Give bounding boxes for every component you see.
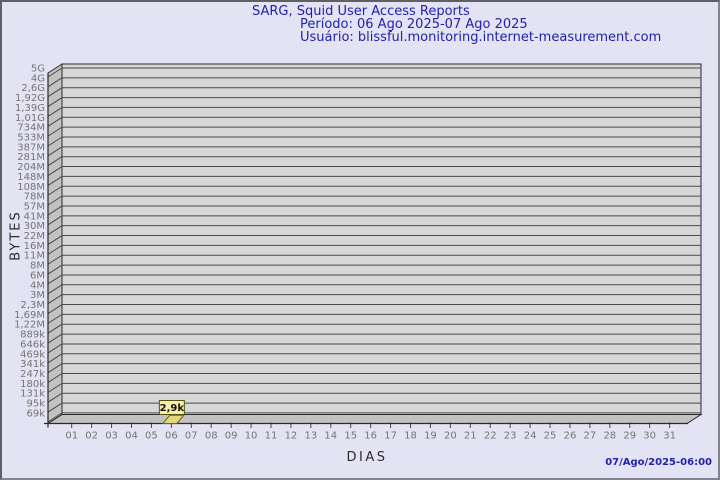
x-tick-label: 25 (544, 431, 557, 442)
x-tick-label: 02 (85, 431, 98, 442)
x-tick-label: 14 (324, 431, 337, 442)
x-tick-label: 20 (444, 431, 457, 442)
x-tick-label: 23 (504, 431, 517, 442)
x-tick-label: 09 (225, 431, 238, 442)
x-tick-label: 10 (245, 431, 258, 442)
x-tick-label: 24 (524, 431, 537, 442)
y-axis-title: BYTES (8, 210, 24, 261)
bar-chart-canvas: 5G4G2,6G1,92G1,39G1,01G734M533M387M281M2… (14, 63, 703, 442)
x-axis-title: DIAS (346, 450, 388, 465)
sarg-report-image: SARG, Squid User Access Reports Período:… (0, 0, 720, 480)
chart-plot-area (61, 63, 702, 415)
report-timestamp: 07/Ago/2025-06:00 (605, 457, 712, 468)
x-tick-label: 26 (564, 431, 577, 442)
x-tick-label: 22 (484, 431, 497, 442)
x-tick-label: 07 (185, 431, 198, 442)
x-tick-label: 16 (364, 431, 377, 442)
x-tick-label: 18 (404, 431, 417, 442)
x-tick-label: 03 (105, 431, 118, 442)
bar-value-label: 2,9k (160, 403, 185, 414)
x-tick-label: 13 (304, 431, 317, 442)
x-tick-label: 30 (643, 431, 656, 442)
x-tick-label: 11 (265, 431, 278, 442)
x-tick-label: 28 (603, 431, 616, 442)
x-tick-label: 19 (424, 431, 437, 442)
x-tick-label: 04 (125, 431, 138, 442)
x-tick-label: 05 (145, 431, 158, 442)
x-tick-label: 08 (205, 431, 218, 442)
y-tick-label: 69k (26, 408, 45, 419)
x-tick-label: 27 (584, 431, 597, 442)
x-tick-label: 29 (623, 431, 636, 442)
x-tick-label: 31 (663, 431, 676, 442)
x-tick-label: 12 (285, 431, 298, 442)
x-tick-label: 21 (464, 431, 477, 442)
x-tick-label: 15 (344, 431, 357, 442)
x-tick-label: 17 (384, 431, 397, 442)
chart-floor (46, 414, 703, 424)
x-tick-label: 06 (165, 431, 178, 442)
x-tick-label: 01 (65, 431, 78, 442)
